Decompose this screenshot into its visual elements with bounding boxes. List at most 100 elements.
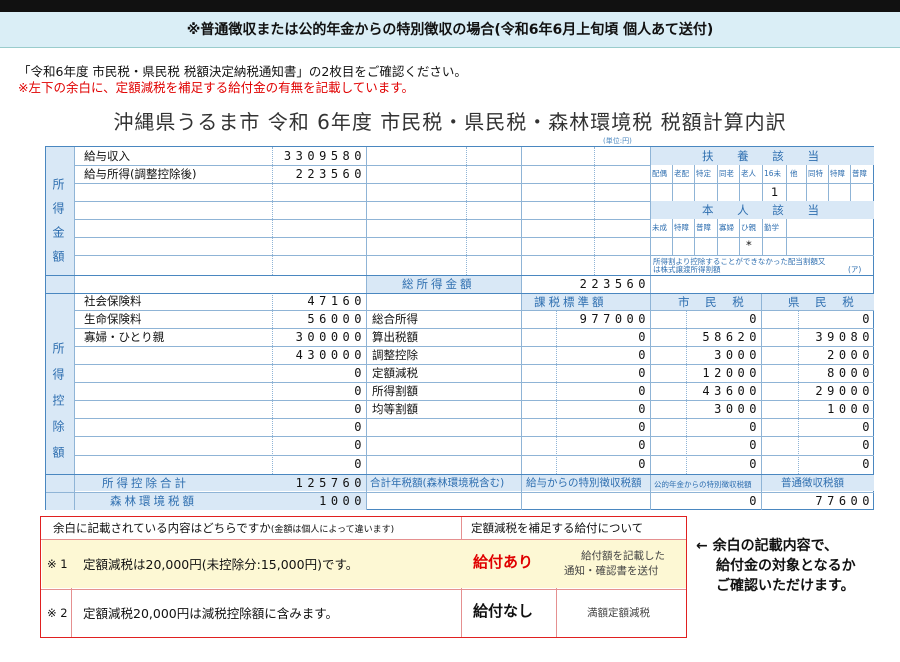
shi-value: 3000 <box>714 348 761 362</box>
banner: ※普通徴収または公的年金からの特別徴収の場合(令和6年6月上旬頃 個人あて送付) <box>0 12 900 48</box>
income-label: 給与所得(調整控除後) <box>84 167 197 181</box>
deduction-value: 430000 <box>295 348 366 362</box>
note-line-2: ※左下の余白に、定額減税を補足する給付金の有無を記載しています。 <box>18 80 414 95</box>
ken-value: 2000 <box>827 348 874 362</box>
income-section-label: 所得金額 <box>51 178 65 274</box>
footer-label: 公的年金からの特別徴収税額 <box>654 480 752 489</box>
honnin-col: 未成 <box>652 223 667 232</box>
fuyou-col: 特障 <box>830 169 845 178</box>
income-value: 223560 <box>295 167 366 181</box>
ken-value: 0 <box>862 438 874 452</box>
forest-tax-value: 1000 <box>319 494 366 508</box>
footer-value: 77600 <box>815 494 874 508</box>
honnin-col: 勤学 <box>764 223 779 232</box>
side-note: ← 余白の記載内容で、 給付金の対象となるか ご確認いただけます。 <box>696 538 856 594</box>
ken-value: 8000 <box>827 366 874 380</box>
footer-label: 普通徴収税額 <box>781 477 844 489</box>
row-result: 給付なし <box>473 602 534 620</box>
total-income-value: 223560 <box>579 277 650 291</box>
income-value: 3309580 <box>283 149 366 163</box>
kijun-value: 0 <box>638 348 650 362</box>
kijun-value: 0 <box>638 438 650 452</box>
footer-label: 給与からの特別徴収税額 <box>526 477 642 489</box>
fuyou-value: 1 <box>771 185 779 199</box>
tax-row-label: 均等割額 <box>372 402 418 416</box>
shi-value: 0 <box>749 457 761 471</box>
kijun-header: 課税標準額 <box>534 295 607 309</box>
ken-value: 29000 <box>815 384 874 398</box>
kijun-value: 0 <box>638 402 650 416</box>
ken-header: 県 民 税 <box>788 295 860 309</box>
deduction-value: 56000 <box>307 312 366 326</box>
kijun-value: 0 <box>638 366 650 380</box>
deduction-value: 300000 <box>295 330 366 344</box>
deduction-value: 0 <box>354 384 366 398</box>
row-mark: ※ 1 <box>47 557 68 571</box>
honnin-header: 本 人 該 当 <box>702 203 829 217</box>
kijun-value: 0 <box>638 384 650 398</box>
row-text: 定額減税20,000円は減税控除額に含みます。 <box>83 606 338 621</box>
deduction-value: 0 <box>354 402 366 416</box>
fuyou-col: 同老 <box>719 169 734 178</box>
honnin-note-suffix: (ア) <box>848 265 862 274</box>
shi-value: 0 <box>749 438 761 452</box>
kijun-value: 0 <box>638 420 650 434</box>
deduction-value: 0 <box>354 366 366 380</box>
kijun-value: 0 <box>638 457 650 471</box>
tax-row-label: 調整控除 <box>372 348 418 362</box>
kijun-value: 0 <box>638 330 650 344</box>
deduction-value: 0 <box>354 420 366 434</box>
box-header: 定額減税を補足する給付について <box>471 521 644 535</box>
unit-label: (単位:円) <box>603 137 632 145</box>
row-note: 満額定額減税 <box>587 607 650 619</box>
shi-value: 58620 <box>702 330 761 344</box>
shi-header: 市 民 税 <box>678 295 750 309</box>
deduction-total-label: 所得控除合計 <box>102 476 189 490</box>
deduction-value: 0 <box>354 457 366 471</box>
fuyou-col: 老配 <box>674 169 689 178</box>
fuyou-col: 特定 <box>696 169 711 178</box>
tax-row-label: 所得割額 <box>372 384 418 398</box>
fuyou-col: 配偶 <box>652 169 667 178</box>
shi-value: 12000 <box>702 366 761 380</box>
fuyou-col: 他 <box>790 169 798 178</box>
deduction-label: 寡婦・ひとり親 <box>84 330 165 344</box>
tax-ledger: 所得金額 所得控除額 給与収入 3309580 給与所得(調整控除後) 2235… <box>45 146 874 510</box>
fuyou-col: 普障 <box>852 169 867 178</box>
shi-value: 0 <box>749 312 761 326</box>
honnin-col: 寡婦 <box>719 223 734 232</box>
footer-value: 0 <box>749 494 761 508</box>
fuyou-header: 扶 養 該 当 <box>702 149 829 163</box>
fuyou-col: 老人 <box>741 169 756 178</box>
tax-row-label: 算出税額 <box>372 330 418 344</box>
ken-value: 39080 <box>815 330 874 344</box>
honnin-col: ひ親 <box>741 223 756 232</box>
honnin-col: 普障 <box>696 223 711 232</box>
deduction-total-value: 125760 <box>295 476 366 490</box>
forest-tax-label: 森林環境税額 <box>110 494 197 508</box>
ken-value: 0 <box>862 420 874 434</box>
ken-value: 0 <box>862 312 874 326</box>
honnin-col: 特障 <box>674 223 689 232</box>
ken-value: 0 <box>862 457 874 471</box>
fuyou-col: 16未 <box>764 169 782 178</box>
deduction-value: 0 <box>354 438 366 452</box>
row-note: 通知・確認書を送付 <box>564 565 659 577</box>
kijun-value: 977000 <box>579 312 650 326</box>
income-label: 給与収入 <box>84 149 130 163</box>
honnin-note-2: は株式譲渡所得割額 <box>653 265 721 274</box>
shi-value: 3000 <box>714 402 761 416</box>
deduction-label: 生命保険料 <box>84 312 142 326</box>
row-text: 定額減税は20,000円(未控除分:15,000円)です。 <box>83 557 359 572</box>
fuyou-col: 同特 <box>808 169 823 178</box>
tax-row-label: 定額減税 <box>372 366 418 380</box>
page-title: 沖縄県うるま市 令和 6年度 市民税・県民税・森林環境税 税額計算内訳 <box>113 110 787 134</box>
deduction-label: 社会保険料 <box>84 294 142 308</box>
box-question: 余白に記載されている内容はどちらですか(金額は個人によって違います) <box>53 521 395 535</box>
shi-value: 0 <box>749 420 761 434</box>
row-note: 給付額を記載した <box>581 550 665 562</box>
margin-note-box: 余白に記載されている内容はどちらですか(金額は個人によって違います) 定額減税を… <box>40 516 687 638</box>
tax-row-label: 総合所得 <box>372 312 418 326</box>
deduction-section-label: 所得控除額 <box>51 342 65 472</box>
row-result: 給付あり <box>473 553 534 571</box>
